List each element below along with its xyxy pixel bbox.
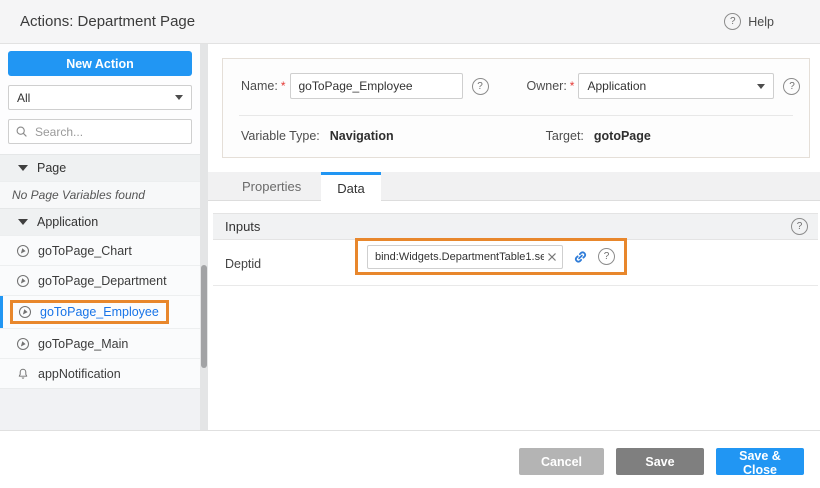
- search-box[interactable]: [8, 119, 192, 144]
- section-label: Page: [37, 161, 66, 175]
- save-button[interactable]: Save: [616, 448, 704, 475]
- sidebar-item-label: goToPage_Chart: [38, 244, 132, 258]
- sidebar-scrollbar-thumb[interactable]: [201, 265, 207, 368]
- action-summary-form: Name: * ? Owner: * Application ? Variabl…: [222, 58, 810, 158]
- target-value: gotoPage: [594, 129, 651, 143]
- section-label: Application: [37, 215, 98, 229]
- help-button[interactable]: ? Help: [724, 13, 774, 30]
- search-icon: [15, 125, 28, 138]
- sidebar-item-label: goToPage_Employee: [40, 305, 159, 319]
- owner-help-icon[interactable]: ?: [783, 78, 800, 95]
- chevron-down-icon: [175, 95, 183, 100]
- page-title: Actions: Department Page: [20, 13, 195, 30]
- navigation-icon: [16, 337, 30, 351]
- inputs-title: Inputs: [225, 219, 260, 234]
- target-label: Target:: [546, 129, 584, 143]
- variable-type-label: Variable Type:: [241, 129, 320, 143]
- deptid-help-icon[interactable]: ?: [598, 248, 615, 265]
- new-action-button[interactable]: New Action: [8, 51, 192, 76]
- help-label: Help: [748, 15, 774, 29]
- name-help-icon[interactable]: ?: [472, 78, 489, 95]
- required-marker: *: [281, 79, 286, 93]
- filter-dropdown[interactable]: All: [8, 85, 192, 110]
- clear-icon[interactable]: [546, 251, 558, 263]
- selection-annotation-box: goToPage_Employee: [10, 300, 169, 324]
- cancel-button[interactable]: Cancel: [519, 448, 604, 475]
- navigation-icon: [16, 274, 30, 288]
- name-field[interactable]: [290, 73, 463, 99]
- section-header-application[interactable]: Application: [0, 208, 200, 235]
- deptid-bind-value: bind:Widgets.DepartmentTable1.selec: [375, 251, 544, 263]
- bell-icon: [16, 367, 30, 381]
- caret-down-icon: [18, 219, 28, 225]
- chevron-down-icon: [757, 84, 765, 89]
- actions-dialog: Actions: Department Page ? Help New Acti…: [0, 0, 820, 488]
- sidebar-scrollbar-track[interactable]: [200, 44, 208, 430]
- actions-sidebar: New Action All Page No Page Variables fo…: [0, 44, 200, 430]
- dialog-header: Actions: Department Page ? Help: [0, 0, 820, 44]
- caret-down-icon: [18, 165, 28, 171]
- owner-dropdown[interactable]: Application: [578, 73, 774, 99]
- name-label: Name:: [241, 79, 278, 93]
- sidebar-item-label: goToPage_Department: [38, 274, 167, 288]
- action-detail-panel: Name: * ? Owner: * Application ? Variabl…: [208, 44, 820, 430]
- navigation-icon: [16, 244, 30, 258]
- sidebar-item-gotopage-department[interactable]: goToPage_Department: [0, 265, 200, 295]
- detail-tabbar: Properties Data: [208, 172, 820, 201]
- sidebar-item-label: goToPage_Main: [38, 337, 128, 351]
- sidebar-empty-area: [0, 388, 200, 430]
- dialog-footer: Cancel Save Save & Close: [0, 430, 820, 488]
- sidebar-item-gotopage-chart[interactable]: goToPage_Chart: [0, 235, 200, 265]
- page-empty-message: No Page Variables found: [0, 181, 200, 208]
- save-and-close-button[interactable]: Save & Close: [716, 448, 804, 475]
- sidebar-item-label: appNotification: [38, 367, 121, 381]
- filter-dropdown-value: All: [17, 91, 30, 105]
- tab-data[interactable]: Data: [321, 172, 380, 201]
- bind-annotation-box: bind:Widgets.DepartmentTable1.selec ?: [355, 238, 627, 275]
- tab-properties[interactable]: Properties: [222, 172, 321, 200]
- owner-dropdown-value: Application: [587, 79, 646, 93]
- sidebar-item-gotopage-employee[interactable]: goToPage_Employee: [0, 295, 200, 328]
- sidebar-item-gotopage-main[interactable]: goToPage_Main: [0, 328, 200, 358]
- inputs-section-header: Inputs ?: [213, 213, 818, 240]
- row-separator: [213, 285, 818, 286]
- section-header-page[interactable]: Page: [0, 154, 200, 181]
- bind-link-icon[interactable]: [572, 248, 589, 266]
- deptid-bind-input[interactable]: bind:Widgets.DepartmentTable1.selec: [367, 245, 563, 269]
- owner-label: Owner:: [527, 79, 567, 93]
- form-divider: [239, 115, 793, 116]
- help-icon[interactable]: ?: [724, 13, 741, 30]
- deptid-label: Deptid: [225, 257, 261, 271]
- variable-type-value: Navigation: [330, 129, 394, 143]
- sidebar-item-appnotification[interactable]: appNotification: [0, 358, 200, 388]
- search-input[interactable]: [33, 124, 185, 140]
- navigation-icon: [18, 305, 32, 319]
- inputs-help-icon[interactable]: ?: [791, 218, 808, 235]
- required-marker: *: [570, 79, 575, 93]
